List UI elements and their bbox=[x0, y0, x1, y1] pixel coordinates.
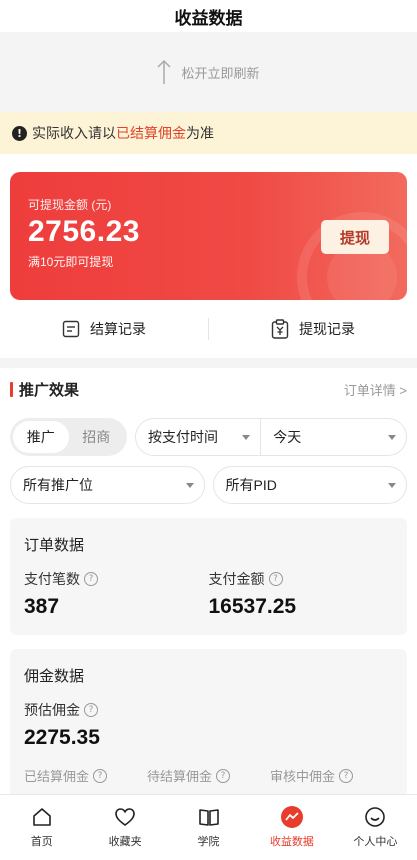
caret-down-icon bbox=[185, 482, 194, 488]
filters: 推广 招商 按支付时间 今天 所有推广位 所有PID bbox=[0, 418, 417, 504]
promotion-header: 推广效果 订单详情 > bbox=[0, 368, 417, 410]
help-icon[interactable]: ? bbox=[339, 768, 354, 783]
segment-promote[interactable]: 推广 bbox=[13, 421, 69, 453]
notice-text-after: 为准 bbox=[186, 125, 214, 141]
tab-favorites[interactable]: 收藏夹 bbox=[83, 795, 166, 860]
tab-profile[interactable]: 个人中心 bbox=[334, 795, 417, 860]
tab-favorites-label: 收藏夹 bbox=[108, 836, 142, 848]
order-data-title: 订单数据 bbox=[24, 537, 85, 554]
commission-data-card: 佣金数据 预估佣金 ? 2275.35 已结算佣金 ? 待结算佣金 ? 审核中佣… bbox=[10, 649, 407, 799]
clipboard-yen-icon bbox=[271, 319, 289, 339]
estimated-commission-metric: 预估佣金 ? 2275.35 bbox=[24, 700, 393, 750]
commission-sub-metrics: 已结算佣金 ? 待结算佣金 ? 审核中佣金 ? bbox=[24, 766, 393, 785]
payment-amount-label: 支付金额 bbox=[208, 571, 265, 587]
smile-icon bbox=[365, 807, 386, 827]
balance-caption: 可提现金额 (元) bbox=[28, 198, 112, 212]
caret-down-icon bbox=[388, 434, 396, 440]
pid-select: 所有PID bbox=[214, 467, 407, 503]
order-metrics: 支付笔数 ? 387 支付金额 ? 16537.25 bbox=[24, 569, 393, 619]
time-date-dropdown: 按支付时间 今天 bbox=[135, 418, 407, 456]
segment-merchant[interactable]: 招商 bbox=[69, 421, 125, 453]
tab-profile-label: 个人中心 bbox=[353, 836, 398, 848]
withdraw-records-button[interactable]: 提现记录 bbox=[209, 319, 417, 339]
withdraw-threshold-note: 满10元即可提现 bbox=[28, 255, 114, 269]
estimated-commission-label: 预估佣金 bbox=[24, 702, 80, 718]
tab-academy-label: 学院 bbox=[197, 836, 220, 848]
payment-count-label: 支付笔数 bbox=[24, 571, 80, 587]
tab-income-data[interactable]: 收益数据 bbox=[250, 795, 333, 860]
income-notice: ! 实际收入请以 已结算佣金 为准 bbox=[0, 112, 417, 154]
estimated-commission-value: 2275.35 bbox=[24, 726, 100, 749]
position-select: 所有推广位 bbox=[11, 467, 204, 503]
tab-home[interactable]: 首页 bbox=[0, 795, 83, 860]
notice-text-before: 实际收入请以 bbox=[32, 125, 116, 141]
help-icon[interactable]: ? bbox=[93, 768, 108, 783]
help-icon[interactable]: ? bbox=[268, 572, 283, 586]
book-icon bbox=[198, 809, 219, 826]
time-type-value: 按支付时间 bbox=[148, 429, 218, 445]
payment-amount-metric: 支付金额 ? 16537.25 bbox=[209, 569, 394, 619]
payment-count-metric: 支付笔数 ? 387 bbox=[24, 569, 209, 619]
page-title: 收益数据 bbox=[174, 8, 243, 28]
pull-refresh-indicator: 松开立即刷新 bbox=[0, 32, 417, 112]
document-icon bbox=[62, 320, 80, 338]
review-commission-label: 审核中佣金 bbox=[270, 769, 336, 784]
settled-commission-label: 已结算佣金 bbox=[24, 769, 90, 784]
date-range-select[interactable]: 今天 bbox=[260, 419, 406, 455]
payment-count-value: 387 bbox=[24, 595, 60, 618]
settlement-records-button[interactable]: 结算记录 bbox=[0, 319, 208, 339]
promotion-section: 推广效果 订单详情 > 推广 招商 按支付时间 今天 所有推广位 所有PID 订… bbox=[0, 368, 417, 804]
top-bar: 收益数据 bbox=[0, 0, 417, 32]
help-icon[interactable]: ? bbox=[84, 703, 98, 717]
payment-amount-value: 16537.25 bbox=[208, 595, 297, 618]
title-accent-bar bbox=[10, 381, 13, 397]
balance-area: 可提现金额 (元) 2756.23 满10元即可提现 提现 bbox=[0, 154, 417, 300]
pending-commission-label: 待结算佣金 bbox=[147, 769, 213, 784]
tab-income-label: 收益数据 bbox=[269, 836, 314, 848]
commission-data-title: 佣金数据 bbox=[24, 668, 85, 685]
arrow-up-icon bbox=[157, 59, 172, 84]
bottom-tab-bar: 首页 收藏夹 学院 收益数据 个人中心 bbox=[0, 794, 417, 860]
tab-academy[interactable]: 学院 bbox=[167, 795, 250, 860]
review-commission-metric: 审核中佣金 ? bbox=[270, 766, 393, 785]
position-dropdown[interactable]: 所有推广位 bbox=[10, 466, 205, 504]
settled-commission-metric: 已结算佣金 ? bbox=[24, 766, 147, 785]
records-bar: 结算记录 提现记录 bbox=[0, 300, 417, 358]
notice-highlight: 已结算佣金 bbox=[116, 125, 186, 141]
caret-down-icon bbox=[242, 434, 251, 440]
pid-dropdown[interactable]: 所有PID bbox=[212, 466, 407, 504]
withdraw-button[interactable]: 提现 bbox=[321, 220, 389, 254]
position-value: 所有推广位 bbox=[23, 477, 93, 493]
filter-row-2: 所有推广位 所有PID bbox=[10, 466, 407, 504]
help-icon[interactable]: ? bbox=[84, 572, 98, 586]
order-data-card: 订单数据 支付笔数 ? 387 支付金额 ? 16537.25 bbox=[10, 518, 407, 635]
heart-icon bbox=[115, 808, 135, 826]
home-icon bbox=[32, 808, 51, 826]
withdrawable-balance-card: 可提现金额 (元) 2756.23 满10元即可提现 提现 bbox=[10, 172, 407, 300]
mode-segment: 推广 招商 bbox=[10, 418, 127, 456]
date-range-value: 今天 bbox=[273, 429, 302, 445]
withdraw-records-label: 提现记录 bbox=[299, 321, 355, 337]
pid-value: 所有PID bbox=[225, 477, 277, 493]
chart-icon bbox=[280, 806, 303, 828]
caret-down-icon bbox=[388, 482, 396, 488]
promotion-title-wrap: 推广效果 bbox=[10, 379, 79, 400]
settlement-records-label: 结算记录 bbox=[90, 321, 146, 337]
section-gap bbox=[0, 358, 417, 368]
time-type-select[interactable]: 按支付时间 bbox=[136, 419, 260, 455]
refresh-text: 松开立即刷新 bbox=[181, 65, 260, 81]
filter-row-1: 推广 招商 按支付时间 今天 bbox=[10, 418, 407, 456]
exclamation-icon: ! bbox=[12, 125, 27, 141]
order-details-link[interactable]: 订单详情 > bbox=[344, 380, 407, 399]
help-icon[interactable]: ? bbox=[216, 768, 231, 783]
tab-home-label: 首页 bbox=[30, 836, 53, 848]
pending-commission-metric: 待结算佣金 ? bbox=[147, 766, 270, 785]
promotion-title: 推广效果 bbox=[19, 381, 80, 399]
